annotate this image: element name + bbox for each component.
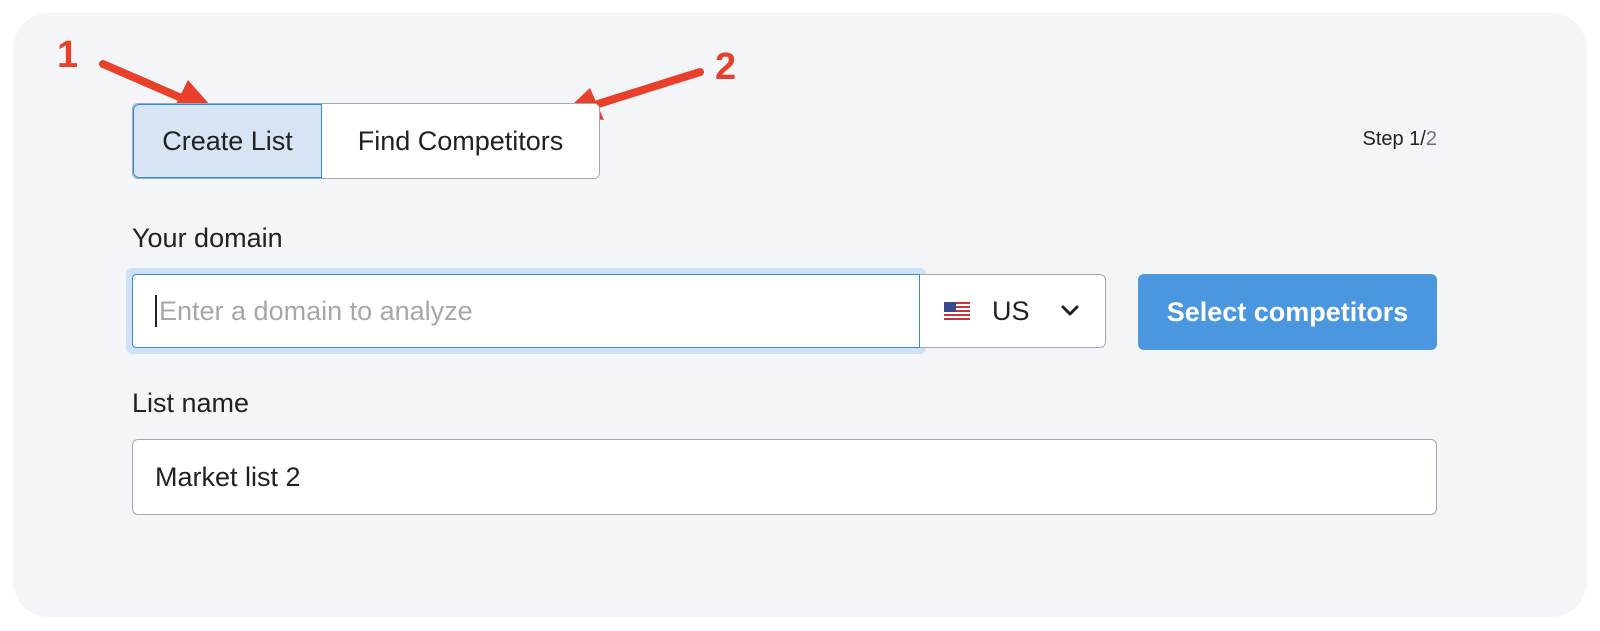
text-caret: [155, 295, 157, 327]
country-code: US: [992, 295, 1030, 326]
select-competitors-button[interactable]: Select competitors: [1138, 274, 1437, 350]
us-flag-icon: [944, 302, 970, 320]
list-name-label: List name: [132, 388, 250, 418]
select-competitors-label: Select competitors: [1166, 296, 1409, 327]
list-name-input[interactable]: Market list 2: [132, 439, 1437, 515]
step-indicator: Step 1/2: [1362, 128, 1437, 151]
chevron-down-icon: [1061, 305, 1079, 316]
annotation-number-1: 1: [57, 34, 79, 76]
domain-label: Your domain: [132, 223, 283, 253]
tab-create-list-label: Create List: [162, 125, 293, 156]
domain-input[interactable]: Enter a domain to analyze: [132, 274, 920, 348]
tab-create-list[interactable]: Create List: [133, 104, 322, 178]
step-current: Step 1/: [1362, 128, 1426, 150]
country-select[interactable]: US: [920, 274, 1106, 348]
domain-placeholder: Enter a domain to analyze: [159, 295, 473, 326]
tab-find-competitors[interactable]: Find Competitors: [322, 104, 599, 178]
list-name-value: Market list 2: [155, 461, 301, 492]
step-total: 2: [1425, 128, 1437, 150]
tab-find-competitors-label: Find Competitors: [357, 125, 564, 156]
annotation-number-2: 2: [715, 46, 737, 88]
mode-tabs: Create List Find Competitors: [132, 103, 600, 179]
